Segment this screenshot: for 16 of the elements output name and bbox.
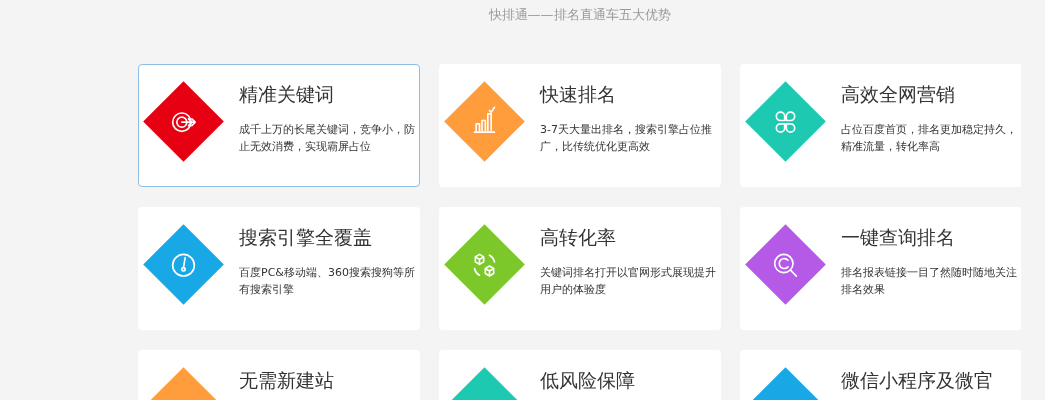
feature-title: 微信小程序及微官 [841, 368, 993, 393]
feature-description: 关键词排名打开以官网形式展现提升用户的体验度 [540, 265, 717, 298]
feature-description: 排名报表链接一目了然随时随地关注排名效果 [841, 265, 1018, 298]
feature-title: 高效全网营销 [841, 82, 956, 107]
feature-description: 百度PC&移动端、360搜索搜狗等所有搜索引擎 [239, 265, 416, 298]
feature-title: 一键查询排名 [841, 225, 956, 250]
feature-title: 低风险保障 [540, 368, 635, 393]
feature-description: 3-7天大量出排名，搜索引擎占位推广，比传统优化更高效 [540, 122, 713, 155]
feature-title: 快速排名 [540, 82, 617, 107]
feature-title: 高转化率 [540, 225, 617, 250]
section-heading: 快排通——排名直通车五大优势 [487, 6, 672, 24]
feature-description: 成千上万的长尾关键词，竞争小，防止无效消费，实现霸屏占位 [239, 122, 416, 155]
feature-title: 无需新建站 [239, 368, 334, 393]
feature-description: 占位百度首页，排名更加稳定持久，精准流量，转化率高 [841, 122, 1018, 155]
feature-title: 精准关键词 [239, 82, 335, 107]
feature-title: 搜索引擎全覆盖 [239, 225, 373, 250]
